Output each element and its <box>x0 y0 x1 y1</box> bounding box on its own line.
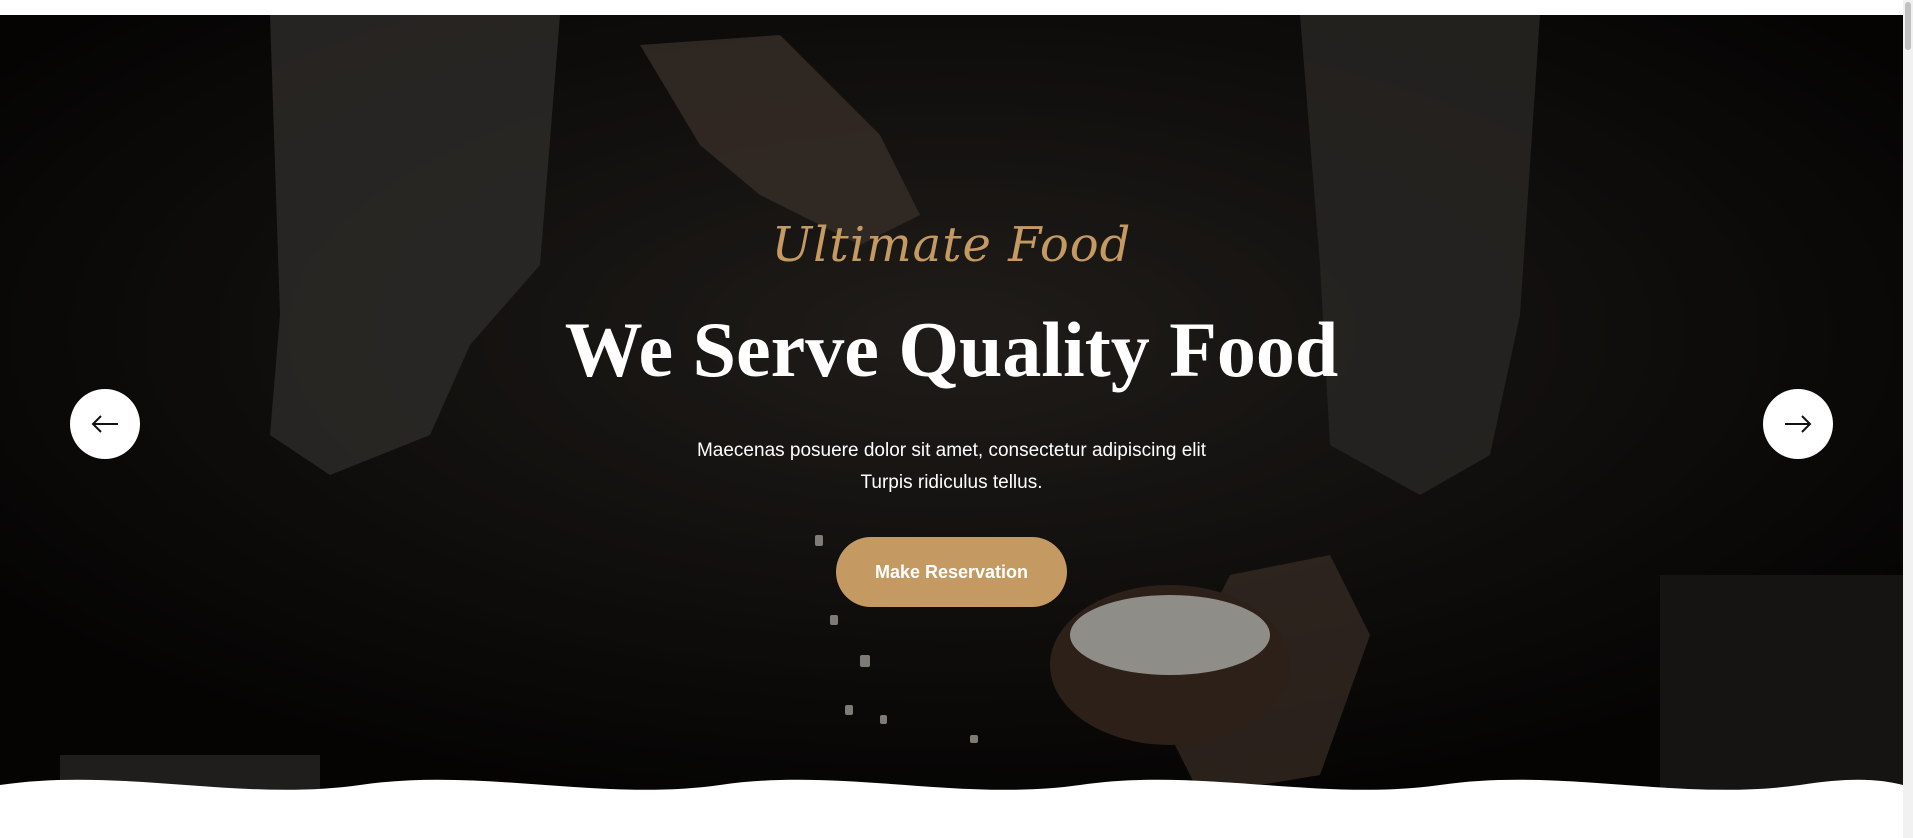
hero-headline: We Serve Quality Food <box>564 306 1339 393</box>
hero-background-image <box>0 15 1903 812</box>
make-reservation-button[interactable]: Make Reservation <box>836 537 1067 607</box>
top-bar <box>0 0 1903 15</box>
hero-subtext: Maecenas posuere dolor sit amet, consect… <box>0 435 1903 499</box>
slider-next-button[interactable] <box>1763 389 1833 459</box>
arrow-right-icon <box>1785 415 1812 433</box>
slider-prev-button[interactable] <box>70 389 140 459</box>
hero-subtext-line2: Turpis ridiculus tellus. <box>860 472 1043 493</box>
hero-slider: Ultimate Food We Serve Quality Food Maec… <box>0 15 1903 812</box>
page-scrollbar[interactable] <box>1903 0 1913 838</box>
hero-bottom-wave <box>0 779 1903 812</box>
hero-subtext-line1: Maecenas posuere dolor sit amet, consect… <box>696 440 1207 461</box>
scrollbar-thumb[interactable] <box>1905 2 1911 50</box>
hero-eyebrow: Ultimate Food <box>771 217 1132 273</box>
below-hero-section <box>0 812 1903 838</box>
arrow-left-icon <box>91 415 118 433</box>
